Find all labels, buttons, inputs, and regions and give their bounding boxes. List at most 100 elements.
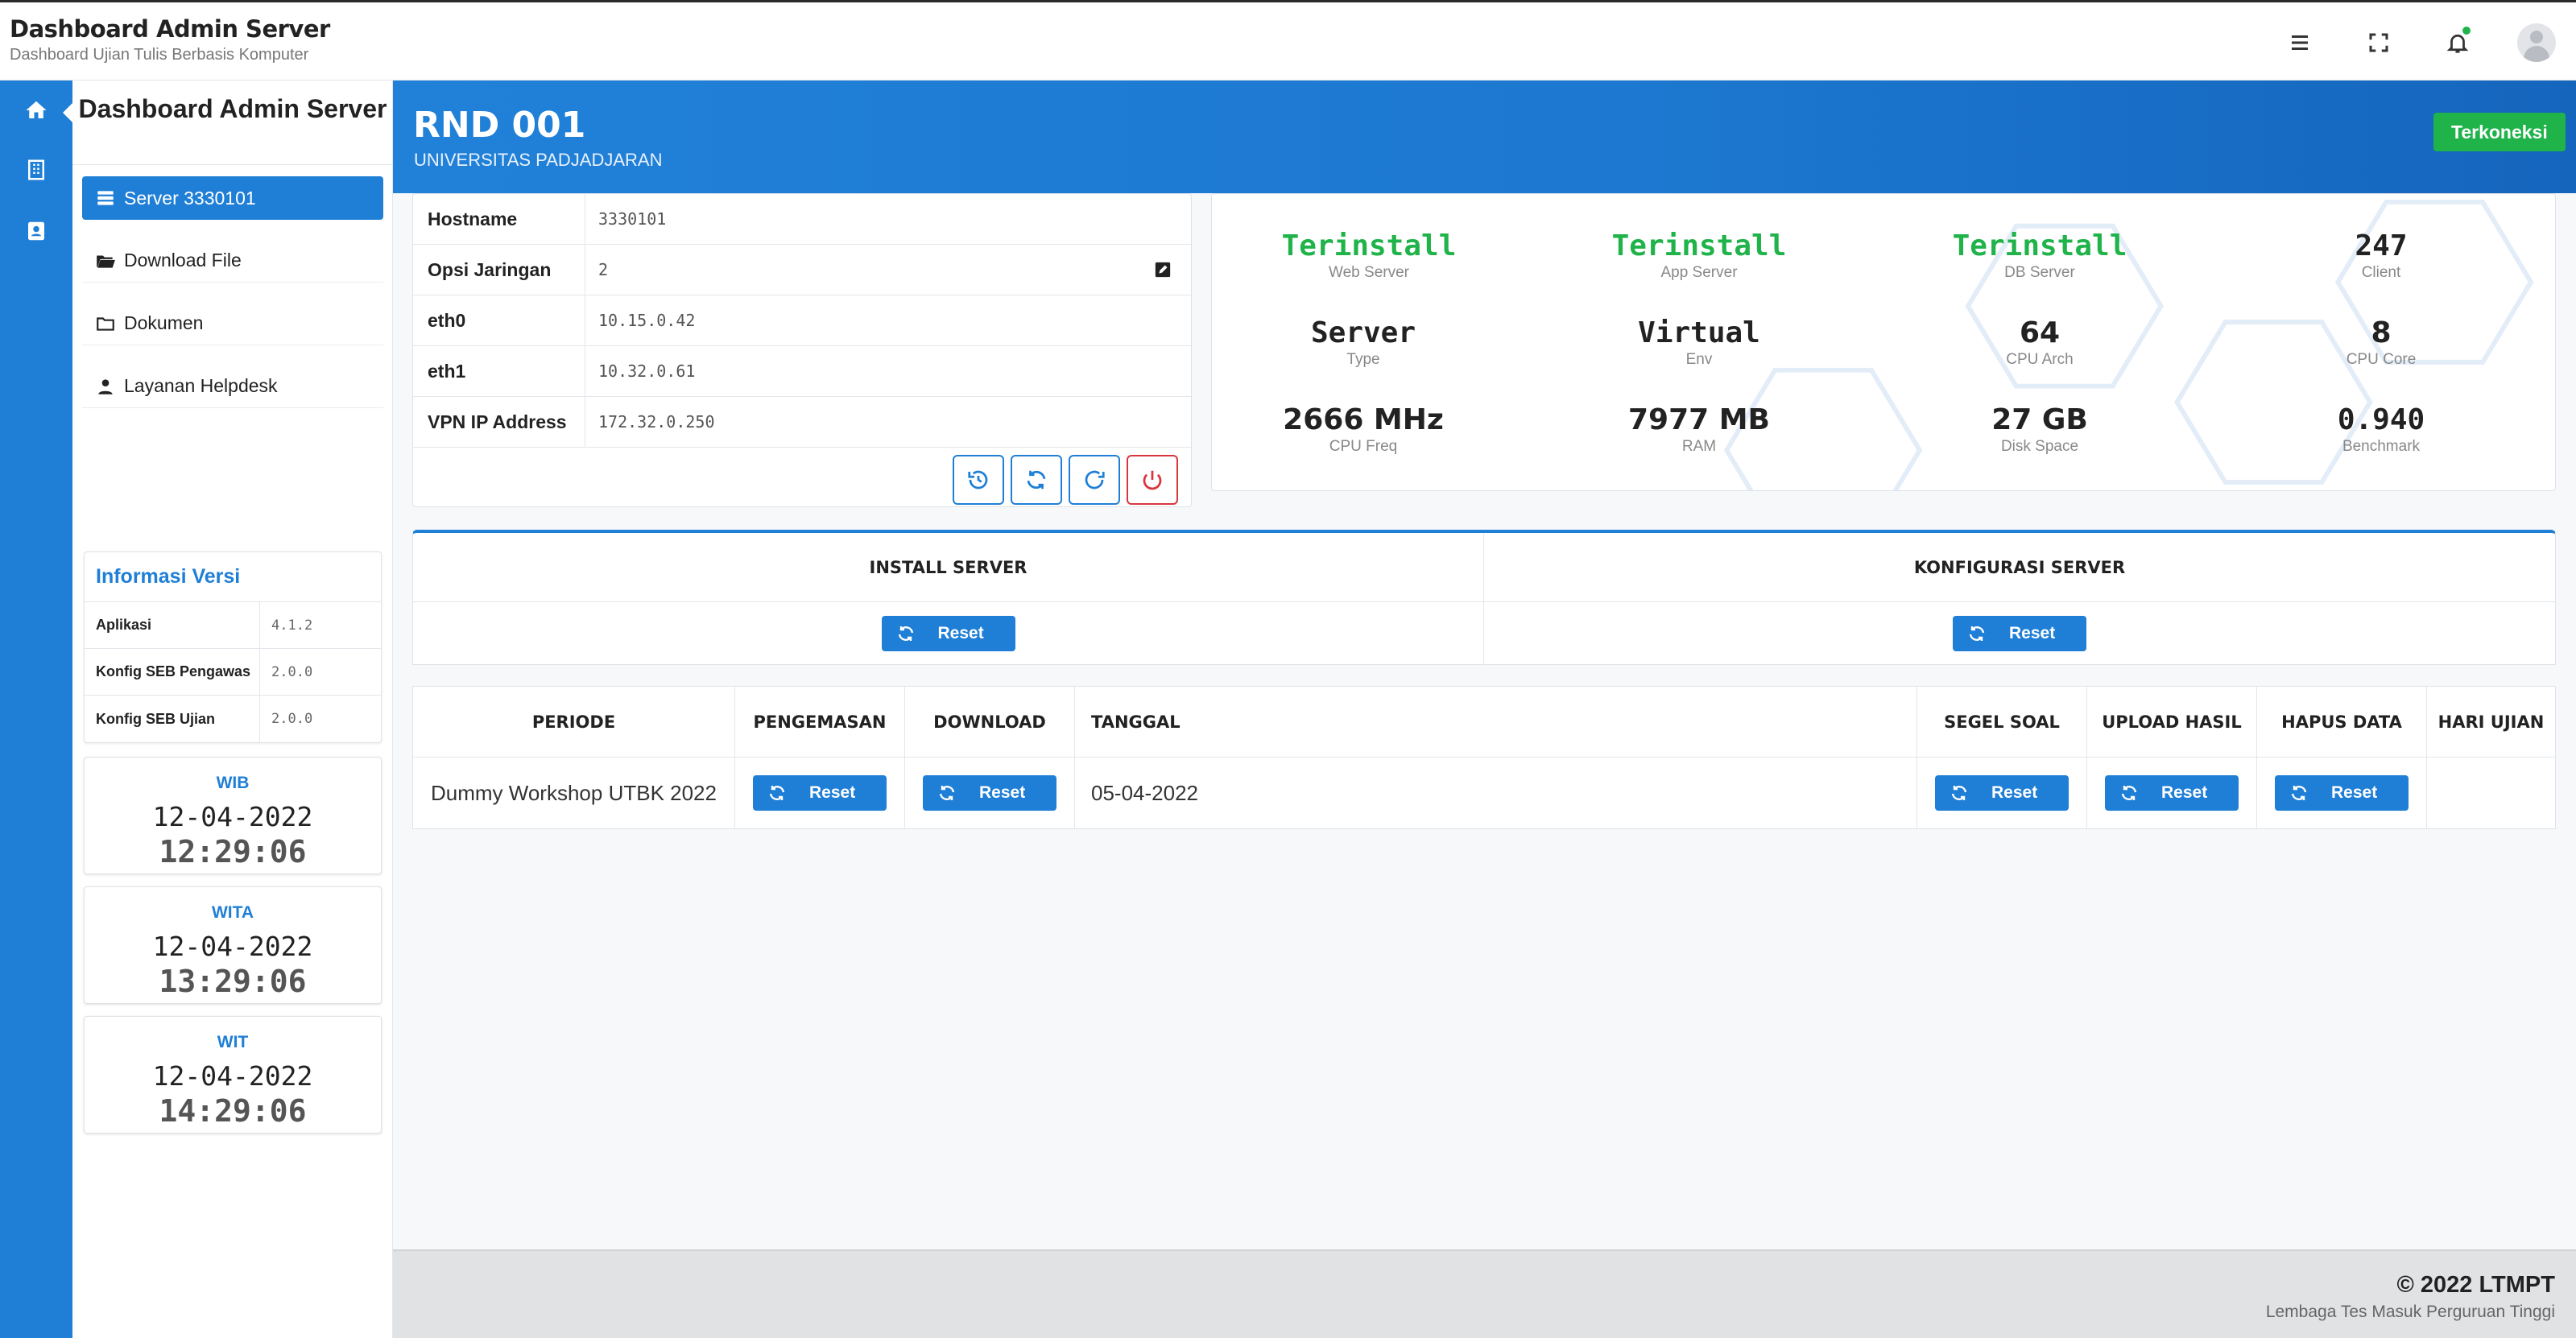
info-value: 10.15.0.42: [598, 311, 696, 330]
stat-client: 247 Client: [2220, 229, 2542, 282]
stat-ram: 7977 MB RAM: [1538, 403, 1860, 456]
version-row: Konfig SEB Pengawas 2.0.0: [85, 649, 381, 696]
clock-date: 12-04-2022: [152, 931, 313, 962]
contact-icon[interactable]: [0, 203, 72, 259]
power-button[interactable]: [1127, 455, 1178, 505]
button-label: Reset: [1991, 783, 2038, 802]
history-button[interactable]: [953, 455, 1004, 505]
stat-value: Terinstall: [1952, 229, 2127, 262]
stat-cpu-freq: 2666 MHz CPU Freq: [1212, 403, 1524, 456]
stat-env: Virtual Env: [1538, 316, 1860, 369]
info-value: 10.32.0.61: [598, 361, 696, 381]
stat-benchmark: 0.940 Benchmark: [2220, 403, 2542, 456]
top-header: Dashboard Admin Server Dashboard Ujian T…: [0, 0, 2576, 81]
info-key: VPN IP Address: [413, 397, 585, 447]
notification-dot: [2462, 27, 2471, 35]
server-action-bar: [953, 455, 1178, 505]
button-label: Reset: [809, 783, 856, 802]
upload-reset-button[interactable]: Reset: [2105, 775, 2239, 811]
icon-rail: [0, 81, 74, 1338]
sync-icon: [939, 786, 955, 800]
section-title: KONFIGURASI SERVER: [1484, 533, 2555, 602]
app-title: Dashboard Admin Server: [10, 15, 330, 43]
install-reset-button[interactable]: Reset: [881, 616, 1015, 651]
cell-hapus-data: Reset: [2257, 758, 2427, 828]
sync-icon: [2291, 786, 2307, 800]
menu-icon[interactable]: [2284, 27, 2316, 59]
stat-label: DB Server: [2004, 264, 2075, 281]
sidebar: Dashboard Admin Server Server 3330101 Do…: [72, 81, 393, 1338]
clock-time: 14:29:06: [159, 1093, 307, 1129]
stat-label: Env: [1685, 351, 1713, 368]
info-value: 3330101: [598, 209, 667, 229]
user-avatar[interactable]: [2517, 23, 2556, 62]
fullscreen-icon[interactable]: [2363, 27, 2395, 59]
redo-button[interactable]: [1069, 455, 1120, 505]
stat-label: Web Server: [1329, 264, 1409, 281]
sync-icon: [1027, 470, 1046, 489]
konfigurasi-reset-button[interactable]: Reset: [1953, 616, 2086, 651]
sync-icon: [898, 626, 913, 641]
server-setup-panel: INSTALL SERVER Reset KONFIGURASI SERVER …: [412, 530, 2556, 665]
info-value: 2: [598, 260, 609, 279]
clock-card-wit: WIT 12-04-2022 14:29:06: [84, 1016, 382, 1134]
sidebar-item-helpdesk[interactable]: Layanan Helpdesk: [82, 365, 383, 408]
edit-icon[interactable]: [1154, 261, 1172, 279]
segel-reset-button[interactable]: Reset: [1935, 775, 2069, 811]
stat-label: Client: [2361, 264, 2401, 281]
info-value: 172.32.0.250: [598, 412, 715, 432]
clock-zone: WIB: [216, 774, 250, 792]
info-key: eth1: [413, 346, 585, 396]
app-subtitle: Dashboard Ujian Tulis Berbasis Komputer: [10, 46, 309, 64]
cell-upload-hasil: Reset: [2087, 758, 2257, 828]
info-value-wrap: 2: [585, 245, 1191, 295]
bell-icon[interactable]: [2442, 27, 2474, 59]
version-title: Informasi Versi: [85, 552, 381, 602]
cell-periode: Dummy Workshop UTBK 2022: [413, 758, 735, 828]
sync-icon: [769, 786, 785, 800]
version-key: Konfig SEB Ujian: [85, 696, 260, 742]
info-key: eth0: [413, 295, 585, 345]
sync-icon: [2121, 786, 2137, 800]
version-row: Konfig SEB Ujian 2.0.0: [85, 696, 381, 742]
redo-icon: [1085, 470, 1105, 489]
stat-value: Virtual: [1638, 316, 1760, 349]
sidebar-item-server[interactable]: Server 3330101: [82, 176, 383, 220]
col-pengemasan: PENGEMASAN: [735, 687, 905, 757]
col-upload-hasil: UPLOAD HASIL: [2087, 687, 2257, 757]
helpdesk-icon: [98, 378, 113, 394]
pengemasan-reset-button[interactable]: Reset: [753, 775, 887, 811]
info-key: Opsi Jaringan: [413, 245, 585, 295]
stat-value: 2666 MHz: [1283, 403, 1444, 436]
version-value: 2.0.0: [271, 663, 313, 680]
stat-value: Server: [1310, 316, 1416, 349]
stat-cpu-core: 8 CPU Core: [2220, 316, 2542, 369]
home-icon[interactable]: [0, 82, 72, 138]
sync-icon: [1969, 626, 1985, 641]
sidebar-item-dokumen[interactable]: Dokumen: [82, 302, 383, 345]
stat-value: 7977 MB: [1628, 403, 1770, 436]
info-row: eth1 10.32.0.61: [413, 346, 1191, 397]
sidebar-item-download-file[interactable]: Download File: [82, 239, 383, 283]
hapus-reset-button[interactable]: Reset: [2275, 775, 2409, 811]
stat-value: Terinstall: [1611, 229, 1787, 262]
sync-button[interactable]: [1011, 455, 1062, 505]
stat-label: CPU Freq: [1329, 438, 1398, 455]
stat-label: App Server: [1660, 264, 1738, 281]
clock-date: 12-04-2022: [152, 1060, 313, 1092]
sidebar-item-label: Dokumen: [124, 312, 204, 333]
clock-date: 12-04-2022: [152, 801, 313, 832]
version-key: Konfig SEB Pengawas: [85, 649, 260, 695]
stat-value: 0.940: [2337, 403, 2425, 436]
page-title: RND 001: [413, 105, 586, 146]
download-reset-button[interactable]: Reset: [923, 775, 1056, 811]
stat-value: Terinstall: [1281, 229, 1457, 262]
power-icon: [1143, 470, 1162, 490]
info-row: eth0 10.15.0.42: [413, 295, 1191, 346]
clock-zone: WIT: [217, 1033, 249, 1051]
col-tanggal: TANGGAL: [1075, 687, 1917, 757]
footer: © 2022 LTMPT Lembaga Tes Masuk Perguruan…: [393, 1249, 2576, 1338]
install-server-section: INSTALL SERVER Reset: [413, 533, 1484, 665]
building-icon[interactable]: [0, 142, 72, 198]
stat-label: CPU Core: [2346, 351, 2417, 368]
